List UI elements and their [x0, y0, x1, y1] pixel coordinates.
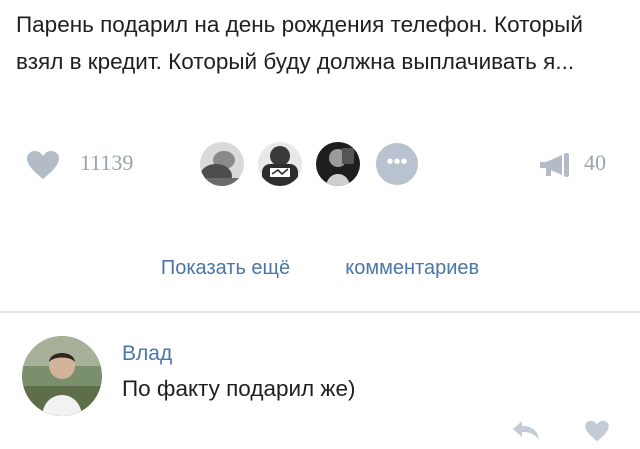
liked-user-avatar[interactable] — [256, 140, 304, 188]
show-more-comments-link[interactable]: Показать ещё комментариев — [0, 255, 640, 281]
reply-icon[interactable] — [510, 418, 542, 442]
show-more-suffix: комментариев — [345, 257, 480, 279]
megaphone-icon[interactable] — [538, 152, 572, 178]
comment-author[interactable]: Влад — [122, 342, 172, 366]
liked-user-avatar[interactable] — [314, 140, 362, 188]
heart-icon[interactable] — [584, 420, 610, 442]
commenter-avatar[interactable] — [22, 336, 102, 416]
post-stats-bar: 11139 ••• 40 — [0, 140, 640, 188]
show-more-prefix: Показать ещё — [160, 257, 291, 279]
post-text: Парень подарил на день рождения телефон.… — [16, 12, 583, 74]
liked-user-avatar[interactable] — [198, 140, 246, 188]
comment-text: По факту подарил же) — [122, 376, 356, 401]
share-count[interactable]: 40 — [584, 150, 606, 176]
divider — [0, 311, 640, 313]
ellipsis-icon: ••• — [386, 151, 408, 173]
like-count[interactable]: 11139 — [80, 150, 133, 176]
more-likes-button[interactable]: ••• — [374, 141, 420, 187]
heart-icon[interactable] — [26, 150, 60, 180]
